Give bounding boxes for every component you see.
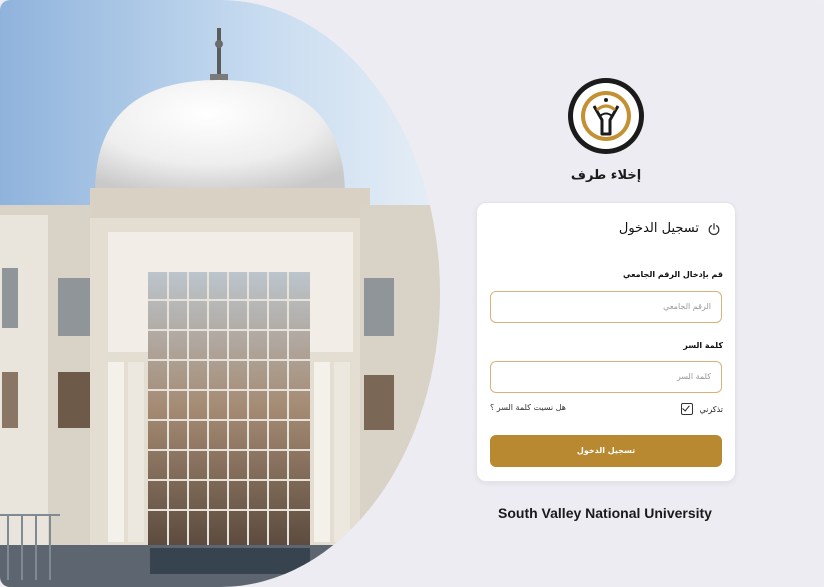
- login-card: تسجيل الدخول قم بإدخال الرقم الجامعي الر…: [476, 202, 736, 482]
- login-page: إخلاء طرف تسجيل الدخول قم بإدخال الرقم ا…: [0, 0, 824, 587]
- login-title: تسجيل الدخول: [618, 221, 699, 236]
- remember-checkbox[interactable]: [681, 403, 694, 415]
- card-header: تسجيل الدخول: [619, 221, 721, 236]
- student-id-input[interactable]: الرقم الجامعي: [490, 291, 722, 323]
- student-id-label: قم بإدخال الرقم الجامعي: [622, 270, 723, 279]
- power-icon: [708, 222, 720, 235]
- remember-me[interactable]: تذكرني: [681, 403, 723, 415]
- password-label: كلمة السر: [683, 341, 723, 350]
- page-title: إخلاء طرف: [570, 168, 642, 183]
- forgot-password-link[interactable]: هل نسيت كلمة السر ؟: [490, 403, 566, 412]
- university-logo: [566, 76, 646, 156]
- login-button[interactable]: تسجيل الدخول: [490, 435, 722, 467]
- password-input[interactable]: كلمة السر: [490, 361, 722, 393]
- university-name: South Valley National University: [498, 505, 712, 521]
- remember-label: تذكرني: [699, 404, 723, 414]
- campus-photo: [0, 0, 440, 587]
